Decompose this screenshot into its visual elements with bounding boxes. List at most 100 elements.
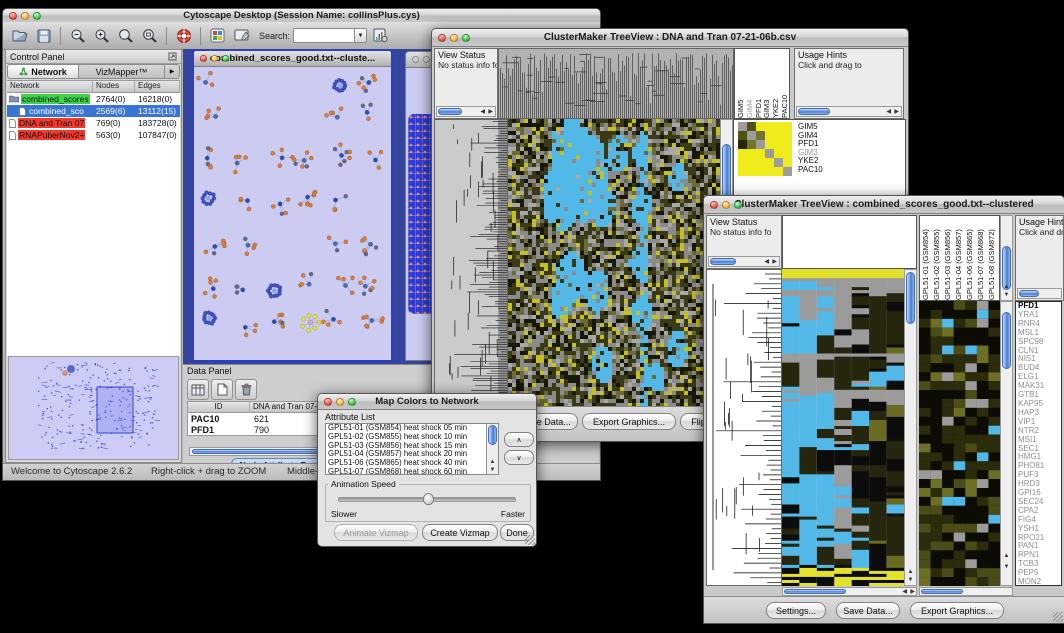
matrix-cell[interactable] xyxy=(756,140,765,149)
scroll-up-icon[interactable]: ▲ xyxy=(1001,283,1012,291)
search-settings-icon[interactable] xyxy=(370,25,391,46)
scrollbar-thumb[interactable] xyxy=(1019,290,1039,297)
resize-grip[interactable] xyxy=(525,535,535,545)
matrix-cell[interactable] xyxy=(765,167,774,176)
create-vizmap-button[interactable]: Create Vizmap xyxy=(422,524,498,541)
tv2-column-tree-area[interactable] xyxy=(782,215,917,269)
tv2-collabel-vscrollbar[interactable]: ▲ ▼ xyxy=(1000,215,1013,301)
matrix-cell[interactable] xyxy=(747,167,756,176)
help-lifesaver-icon[interactable] xyxy=(173,25,194,46)
treeview-button[interactable]: Export Graphics... xyxy=(910,602,1004,619)
matrix-cell[interactable] xyxy=(774,122,783,131)
network-table-row[interactable]: combined_sco2569(6)13112(15) xyxy=(7,105,180,117)
zoom-in-icon[interactable] xyxy=(91,25,112,46)
scrollbar-thumb[interactable] xyxy=(710,258,736,265)
matrix-cell[interactable] xyxy=(783,122,792,131)
network-table-row[interactable]: combined_scores2764(0)16218(0) xyxy=(7,93,180,105)
column-label[interactable]: GPL51-03 (GSM856) xyxy=(943,216,954,300)
matrix-cell[interactable] xyxy=(738,140,747,149)
attribute-item[interactable]: GPL51-07 (GSM868) heat shock 60 min xyxy=(326,468,498,475)
matrix-cell[interactable] xyxy=(774,167,783,176)
delete-attribute-trash-icon[interactable] xyxy=(235,379,257,400)
usage-hints-hscrollbar[interactable]: ◀ ▶ xyxy=(796,106,902,117)
tv2-gene-labels[interactable]: PFD1YRA1RNR4MSL1SPC98CLN1NIS1BUD4ELG1MAK… xyxy=(1015,301,1062,586)
close-button[interactable] xyxy=(200,55,207,62)
new-attribute-icon[interactable] xyxy=(211,379,233,400)
zoom-button[interactable] xyxy=(348,398,356,406)
network-table-row[interactable]: DNA and Tran 07769(0)183728(0) xyxy=(7,117,180,129)
search-input[interactable] xyxy=(293,28,354,43)
tv2-row-dendrogram[interactable] xyxy=(706,269,782,586)
matrix-cell[interactable] xyxy=(774,158,783,167)
tv1-column-labels[interactable]: GIM5GIM4PFD1GIM3YKE2PAC10 xyxy=(734,48,790,119)
search-dropdown-arrow[interactable]: ▼ xyxy=(354,28,367,43)
matrix-cell[interactable] xyxy=(765,140,774,149)
annotation-icon[interactable] xyxy=(231,25,252,46)
minimize-button[interactable] xyxy=(211,55,218,62)
column-label[interactable]: GIM5 xyxy=(736,49,745,118)
tv1-titlebar[interactable]: ClusterMaker TreeView : DNA and Tran 07-… xyxy=(432,29,908,47)
zoom-out-icon[interactable] xyxy=(67,25,88,46)
tv2-titlebar[interactable]: ClusterMaker TreeView : combined_scores_… xyxy=(704,196,1064,214)
matrix-cell[interactable] xyxy=(738,122,747,131)
float-panel-icon[interactable] xyxy=(168,52,177,61)
column-label[interactable]: GPL51-01 (GSM854) xyxy=(921,216,932,300)
tv2-column-labels[interactable]: GPL51-01 (GSM854)GPL51-02 (GSM855)GPL51-… xyxy=(919,215,1000,301)
matrix-cell[interactable] xyxy=(765,149,774,158)
zoom-button[interactable] xyxy=(462,34,470,42)
zoom-button[interactable] xyxy=(222,55,229,62)
scrollbar-thumb[interactable] xyxy=(438,108,462,115)
gene-label[interactable]: MON2 xyxy=(1016,578,1061,586)
attribute-list-vscrollbar[interactable]: ▲ ▼ xyxy=(486,424,498,474)
scroll-left-icon[interactable]: ◀ xyxy=(764,258,769,266)
column-header-network[interactable]: Network xyxy=(7,81,93,92)
matrix-cell[interactable] xyxy=(783,158,792,167)
matrix-cell[interactable] xyxy=(774,149,783,158)
column-label[interactable]: YKE2 xyxy=(771,49,780,118)
minimize-button[interactable] xyxy=(450,34,458,42)
close-button[interactable] xyxy=(9,12,17,20)
tv2-heatmap-hscrollbar[interactable]: ◀ ▶ xyxy=(782,587,917,596)
scroll-up-icon[interactable]: ▲ xyxy=(487,458,498,466)
zoom-button[interactable] xyxy=(33,12,41,20)
treeview-button[interactable]: Export Graphics... xyxy=(582,413,676,430)
zoom-selected-icon[interactable] xyxy=(139,25,160,46)
scroll-right-icon[interactable]: ▶ xyxy=(488,108,493,116)
tv1-column-dendrogram[interactable] xyxy=(498,48,734,119)
move-down-button[interactable]: ∨ xyxy=(504,450,534,465)
matrix-cell[interactable] xyxy=(747,140,756,149)
column-label[interactable]: GIM3 xyxy=(762,49,771,118)
column-header-nodes[interactable]: Nodes xyxy=(93,81,135,92)
main-titlebar[interactable]: Cytoscape Desktop (Session Name: collins… xyxy=(3,9,600,23)
scroll-up-icon[interactable]: ▲ xyxy=(905,568,916,576)
tv2-zoom-hscrollbar[interactable] xyxy=(919,587,1013,596)
tab-overflow-arrow[interactable]: ▶ xyxy=(165,64,180,79)
matrix-cell[interactable] xyxy=(738,167,747,176)
scrollbar-thumb[interactable] xyxy=(784,589,846,594)
scroll-down-icon[interactable]: ▼ xyxy=(487,466,498,474)
tab-vizmapper[interactable]: VizMapper™ xyxy=(79,64,165,79)
matrix-cell[interactable] xyxy=(783,167,792,176)
matrix-cell[interactable] xyxy=(738,158,747,167)
scroll-left-icon[interactable]: ◀ xyxy=(480,108,485,116)
column-label[interactable]: GPL51-08 (GSM872) xyxy=(987,216,998,300)
zoom-fit-icon[interactable] xyxy=(115,25,136,46)
matrix-cell[interactable] xyxy=(747,122,756,131)
minimize-button[interactable] xyxy=(336,398,344,406)
scrollbar-thumb[interactable] xyxy=(921,589,963,594)
column-label[interactable]: GPL51-07 (GSM868) xyxy=(976,216,987,300)
scrollbar-thumb[interactable] xyxy=(906,272,915,324)
matrix-cell[interactable] xyxy=(747,149,756,158)
scroll-right-icon[interactable]: ▶ xyxy=(894,108,899,116)
network-table-row[interactable]: RNAPuberNov2+563(0)107847(0) xyxy=(7,129,180,141)
slider-thumb[interactable] xyxy=(423,493,434,505)
resize-grip[interactable] xyxy=(1053,612,1063,622)
view-status-hscrollbar[interactable]: ◀ ▶ xyxy=(708,256,780,267)
matrix-cell[interactable] xyxy=(747,131,756,140)
matrix-cell[interactable] xyxy=(756,149,765,158)
matrix-cell[interactable] xyxy=(756,167,765,176)
scroll-left-icon[interactable]: ◀ xyxy=(902,588,907,596)
minimize-button[interactable] xyxy=(722,201,730,209)
treeview-button[interactable]: Save Data... xyxy=(836,602,900,619)
matrix-cell[interactable] xyxy=(765,131,774,140)
